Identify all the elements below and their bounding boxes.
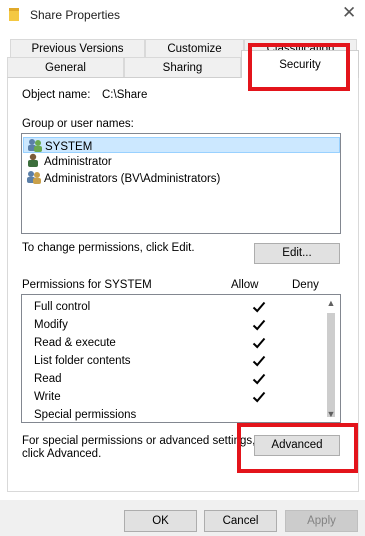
allow-check-icon [252,355,266,367]
allow-header: Allow [231,279,259,291]
object-name-value: C:\Share [102,89,148,101]
permission-name: List folder contents [34,355,131,367]
list-item[interactable]: SYSTEM [23,137,340,153]
users-icon [28,139,42,152]
advanced-text-line2: click Advanced. [22,448,102,460]
table-row: Read & execute [34,334,266,352]
allow-check-icon [252,337,266,349]
deny-header: Deny [292,279,319,291]
users-icon [27,171,41,184]
group-names-label: Group or user names: [22,118,134,130]
permission-name: Modify [34,319,68,331]
title-bar: Share Properties ✕ [0,0,365,30]
tab-security[interactable]: Security [241,50,359,78]
advanced-button[interactable]: Advanced [254,435,340,456]
allow-check-icon [252,391,266,403]
permission-name: Write [34,391,61,403]
ok-button[interactable]: OK [124,510,197,532]
allow-check-icon [252,373,266,385]
permission-name: Read [34,373,62,385]
table-row: List folder contents [34,352,266,370]
table-row: Full control [34,298,266,316]
user-icon [28,153,38,167]
tab-previous-versions[interactable]: Previous Versions [10,39,145,57]
list-item[interactable]: Administrator [26,153,112,169]
allow-check-icon [252,301,266,313]
table-row: Write [34,388,266,406]
scrollbar[interactable]: ▲ ▼ [323,295,340,422]
folder-icon [9,8,19,21]
tab-sharing[interactable]: Sharing [124,57,241,77]
table-row: Modify [34,316,266,334]
cancel-button[interactable]: Cancel [204,510,277,532]
permissions-label: Permissions for SYSTEM [22,279,152,291]
table-row: Read [34,370,266,388]
list-item[interactable]: Administrators (BV\Administrators) [26,170,220,186]
permission-name: Full control [34,301,91,313]
close-icon[interactable]: ✕ [342,4,356,21]
window-title: Share Properties [30,8,121,22]
scroll-thumb[interactable] [327,313,335,417]
table-row: Special permissions [34,406,137,422]
group-list[interactable]: SYSTEM Administrator Administrators (BV\… [21,133,341,234]
permissions-list[interactable]: ▲ ▼ Full control Modify Read & execute List… [21,294,341,423]
tab-customize[interactable]: Customize [145,39,244,57]
tab-general[interactable]: General [7,57,124,77]
advanced-text-line1: For special permissions or advanced sett… [22,435,256,447]
permission-name: Read & execute [34,337,116,349]
change-permissions-text: To change permissions, click Edit. [22,242,195,254]
scroll-down-icon[interactable]: ▼ [326,409,336,419]
permission-name: Special permissions [34,409,137,421]
scroll-up-icon[interactable]: ▲ [326,298,336,308]
edit-button[interactable]: Edit... [254,243,340,264]
apply-button[interactable]: Apply [285,510,358,532]
object-name-label: Object name: [22,89,91,101]
allow-check-icon [252,319,266,331]
